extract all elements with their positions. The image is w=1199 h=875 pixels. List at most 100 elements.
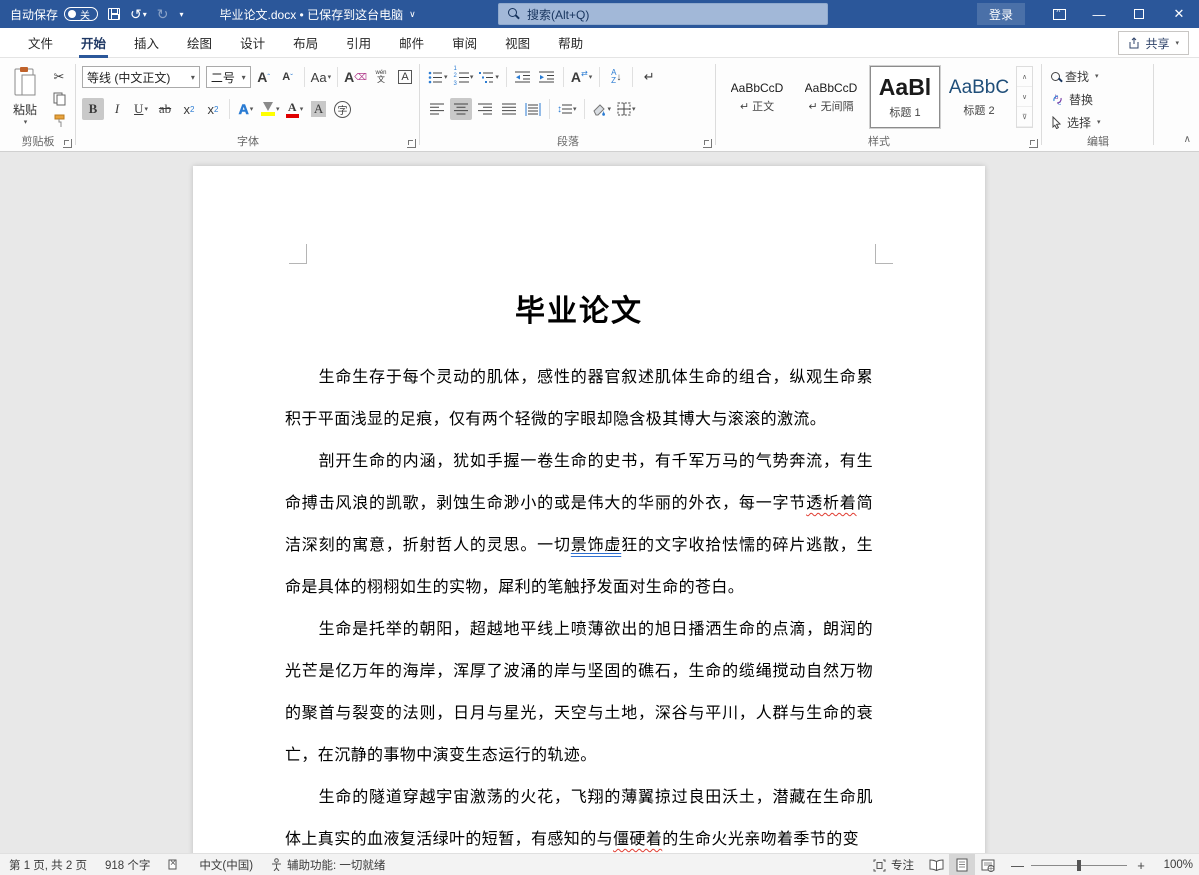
paste-button[interactable]: 粘贴 ▾: [6, 66, 44, 130]
paragraph[interactable]: 生命的隧道穿越宇宙激荡的火花，飞翔的薄翼掠过良田沃土，潜藏在生命肌体上真实的血液…: [285, 776, 873, 853]
show-hide-marks-button[interactable]: ↵: [638, 66, 660, 88]
tab-design[interactable]: 设计: [226, 28, 279, 58]
tab-insert[interactable]: 插入: [120, 28, 173, 58]
zoom-level[interactable]: 100%: [1155, 859, 1193, 871]
document-heading[interactable]: 毕业论文: [285, 286, 873, 330]
zoom-slider-handle[interactable]: [1077, 860, 1081, 871]
title-chevron-icon[interactable]: ∨: [409, 9, 416, 20]
ribbon-display-options-button[interactable]: [1039, 0, 1079, 28]
redo-button[interactable]: ↻: [157, 6, 169, 23]
shrink-font-button[interactable]: Aˇ: [277, 66, 299, 88]
proofing-status[interactable]: [159, 854, 190, 875]
cut-button[interactable]: ✂: [48, 68, 70, 86]
paragraph[interactable]: 生命是托举的朝阳，超越地平线上喷薄欲出的旭日播洒生命的点滴，朗润的光芒是亿万年的…: [285, 608, 873, 776]
shading-button[interactable]: ▾: [590, 98, 614, 120]
maximize-button[interactable]: [1119, 0, 1159, 28]
format-painter-button[interactable]: [48, 112, 70, 130]
font-color-button[interactable]: A▾: [284, 98, 306, 120]
font-size-combo[interactable]: 二号▾: [206, 66, 251, 88]
share-button[interactable]: 共享 ▾: [1118, 31, 1189, 55]
page-indicator[interactable]: 第 1 页, 共 2 页: [0, 854, 96, 875]
character-border-button[interactable]: A: [394, 66, 416, 88]
tab-layout[interactable]: 布局: [279, 28, 332, 58]
highlight-color-button[interactable]: ▾: [259, 98, 282, 120]
undo-chevron-icon[interactable]: ▾: [143, 10, 147, 19]
focus-mode-button[interactable]: 专注: [864, 854, 923, 875]
document-area[interactable]: 毕业论文 生命生存于每个灵动的肌体，感性的器官叙述肌体生命的组合，纵观生命累积于…: [0, 152, 1199, 853]
read-mode-button[interactable]: [923, 854, 949, 875]
sort-button[interactable]: AZ↓: [605, 66, 627, 88]
customize-qat-button[interactable]: ▾: [179, 10, 184, 19]
tab-view[interactable]: 视图: [491, 28, 544, 58]
styles-more-button[interactable]: ⊽: [1017, 107, 1032, 127]
zoom-out-button[interactable]: —: [1011, 858, 1023, 873]
select-button[interactable]: 选择▾: [1048, 112, 1150, 132]
paragraph-dialog-launcher[interactable]: [703, 139, 712, 148]
save-button[interactable]: [108, 8, 120, 20]
paragraph[interactable]: 剖开生命的内涵，犹如手握一卷生命的史书，有千军万马的气势奔流，有生命搏击风浪的凯…: [285, 440, 873, 608]
search-input[interactable]: 搜索(Alt+Q): [498, 3, 828, 25]
collapse-ribbon-button[interactable]: ∧: [1184, 134, 1191, 145]
tab-help[interactable]: 帮助: [544, 28, 597, 58]
styles-scroll-down-button[interactable]: ∨: [1017, 87, 1032, 107]
clipboard-dialog-launcher[interactable]: [63, 139, 72, 148]
copy-button[interactable]: [48, 90, 70, 108]
multilevel-list-button[interactable]: ▾: [477, 66, 501, 88]
minimize-button[interactable]: —: [1079, 0, 1119, 28]
accessibility-status[interactable]: 辅助功能: 一切就绪: [262, 854, 394, 875]
close-button[interactable]: ✕: [1159, 0, 1199, 28]
paragraph[interactable]: 生命生存于每个灵动的肌体，感性的器官叙述肌体生命的组合，纵观生命累积于平面浅显的…: [285, 356, 873, 440]
increase-indent-button[interactable]: [536, 66, 558, 88]
phonetic-guide-button[interactable]: wén文: [370, 66, 392, 88]
change-case-button[interactable]: Aa▾: [310, 66, 333, 88]
style-heading1[interactable]: AaBl 标题 1: [870, 66, 940, 128]
document-title[interactable]: 毕业论文.docx • 已保存到这台电脑 ∨: [220, 6, 416, 23]
styles-scroll-up-button[interactable]: ∧: [1017, 67, 1032, 87]
strikethrough-button[interactable]: ab: [154, 98, 176, 120]
numbering-button[interactable]: 123 ▾: [452, 66, 476, 88]
autosave-toggle[interactable]: 关: [64, 7, 98, 21]
tab-home[interactable]: 开始: [67, 28, 120, 58]
tab-references[interactable]: 引用: [332, 28, 385, 58]
font-dialog-launcher[interactable]: [407, 139, 416, 148]
align-right-button[interactable]: [474, 98, 496, 120]
underline-button[interactable]: U▾: [130, 98, 152, 120]
text-effects-button[interactable]: A▾: [235, 98, 257, 120]
align-center-button[interactable]: [450, 98, 472, 120]
tab-file[interactable]: 文件: [14, 28, 67, 58]
character-shading-button[interactable]: A: [308, 98, 330, 120]
bullets-button[interactable]: ▾: [426, 66, 450, 88]
replace-button[interactable]: bc 替换: [1048, 89, 1150, 109]
line-spacing-button[interactable]: ↕▾: [555, 98, 579, 120]
undo-button[interactable]: ↺▾: [130, 6, 147, 23]
bold-button[interactable]: B: [82, 98, 104, 120]
tab-review[interactable]: 审阅: [438, 28, 491, 58]
page-content[interactable]: 毕业论文 生命生存于每个灵动的肌体，感性的器官叙述肌体生命的组合，纵观生命累积于…: [193, 166, 985, 853]
tab-mailings[interactable]: 邮件: [385, 28, 438, 58]
grow-font-button[interactable]: Aˆ: [253, 66, 275, 88]
distribute-button[interactable]: [522, 98, 544, 120]
font-name-combo[interactable]: 等线 (中文正文)▾: [82, 66, 200, 88]
print-layout-button[interactable]: [949, 854, 975, 875]
autosave-control[interactable]: 自动保存 关: [10, 6, 98, 23]
zoom-slider[interactable]: [1031, 865, 1127, 866]
asian-layout-button[interactable]: A⇄▾: [569, 66, 594, 88]
style-heading2[interactable]: AaBbC 标题 2: [944, 66, 1014, 128]
justify-button[interactable]: [498, 98, 520, 120]
borders-button[interactable]: ▾: [615, 98, 638, 120]
style-normal[interactable]: AaBbCcD ↵ 正文: [722, 66, 792, 128]
clear-formatting-button[interactable]: A⌫: [343, 66, 368, 88]
superscript-button[interactable]: x2: [202, 98, 224, 120]
paste-chevron-icon[interactable]: ▾: [24, 118, 28, 126]
find-button[interactable]: 查找▾: [1048, 66, 1150, 86]
enclose-characters-button[interactable]: 字: [332, 98, 354, 120]
tab-draw[interactable]: 绘图: [173, 28, 226, 58]
styles-dialog-launcher[interactable]: [1029, 139, 1038, 148]
web-layout-button[interactable]: [975, 854, 1001, 875]
zoom-in-button[interactable]: +: [1135, 858, 1147, 873]
language-indicator[interactable]: 中文(中国): [190, 854, 262, 875]
word-count[interactable]: 918 个字: [96, 854, 159, 875]
document-page[interactable]: 毕业论文 生命生存于每个灵动的肌体，感性的器官叙述肌体生命的组合，纵观生命累积于…: [193, 166, 985, 853]
signin-button[interactable]: 登录: [977, 3, 1025, 25]
style-no-spacing[interactable]: AaBbCcD ↵ 无间隔: [796, 66, 866, 128]
